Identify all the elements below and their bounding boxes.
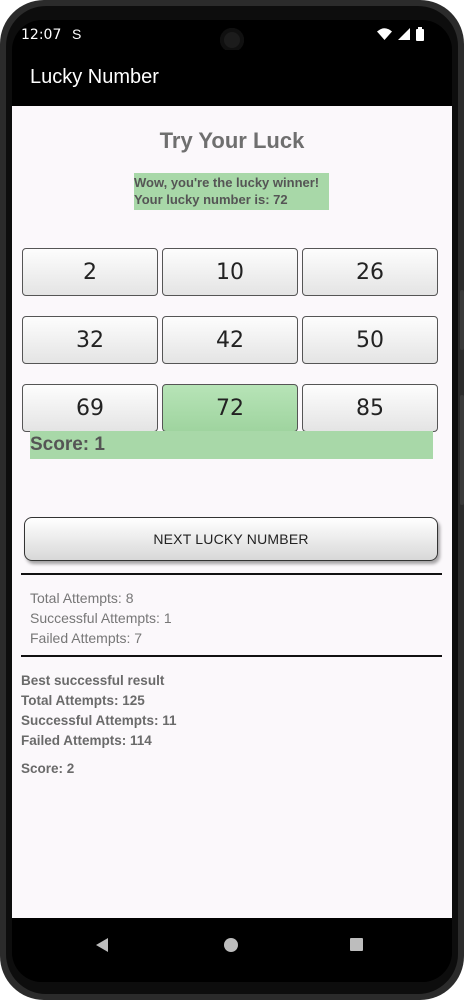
number-button-6[interactable]: 50 [302, 316, 438, 364]
status-time: 12:07 [21, 27, 62, 43]
stat-successful-attempts: Successful Attempts: 1 [30, 610, 172, 626]
notification-icon: S [72, 26, 82, 42]
back-icon[interactable] [96, 938, 108, 952]
best-successful-attempts: Successful Attempts: 11 [21, 713, 177, 728]
score-bar: Score: 1 [30, 431, 433, 459]
stat-failed-attempts: Failed Attempts: 7 [30, 630, 143, 646]
wifi-icon [377, 28, 392, 40]
front-camera [220, 28, 244, 52]
recents-icon[interactable] [350, 938, 363, 951]
phone-frame: 12:07 S Lucky Number Try Your Luck Wow, … [0, 0, 464, 1000]
app-bar: Lucky Number [12, 50, 452, 106]
app-title: Lucky Number [30, 66, 159, 88]
number-button-1[interactable]: 2 [22, 248, 158, 296]
home-icon[interactable] [224, 938, 238, 952]
best-total-attempts: Total Attempts: 125 [21, 693, 145, 708]
best-failed-attempts: Failed Attempts: 114 [21, 733, 152, 748]
best-score: Score: 2 [21, 761, 75, 776]
page-title: Try Your Luck [159, 128, 305, 153]
divider-top [21, 573, 442, 575]
next-lucky-number-button[interactable]: NEXT LUCKY NUMBER [24, 517, 438, 561]
main-content: Try Your Luck Wow, you're the lucky winn… [12, 106, 452, 918]
best-result: Best successful result Total Attempts: 1… [21, 671, 177, 751]
number-button-9[interactable]: 85 [302, 384, 438, 432]
power-button [460, 290, 464, 350]
stat-total-attempts: Total Attempts: 8 [30, 590, 134, 606]
screen: 12:07 S Lucky Number Try Your Luck Wow, … [12, 20, 452, 982]
signal-icon [398, 28, 410, 40]
number-button-2[interactable]: 10 [162, 248, 298, 296]
number-button-8[interactable]: 72 [162, 384, 298, 432]
status-bar: 12:07 S [12, 20, 452, 52]
number-button-3[interactable]: 26 [302, 248, 438, 296]
current-stats: Total Attempts: 8 Successful Attempts: 1… [30, 588, 172, 648]
volume-button [460, 395, 464, 505]
navigation-bar [12, 918, 452, 982]
number-button-4[interactable]: 32 [22, 316, 158, 364]
winner-message: Wow, you're the lucky winner! Your lucky… [134, 173, 329, 210]
number-button-5[interactable]: 42 [162, 316, 298, 364]
divider-bottom [21, 655, 442, 657]
best-result-title: Best successful result [21, 673, 165, 688]
status-icons [377, 27, 424, 41]
winner-message-line1: Wow, you're the lucky winner! [134, 175, 320, 190]
battery-icon [416, 27, 424, 41]
winner-message-line2: Your lucky number is: 72 [134, 192, 288, 207]
number-button-7[interactable]: 69 [22, 384, 158, 432]
